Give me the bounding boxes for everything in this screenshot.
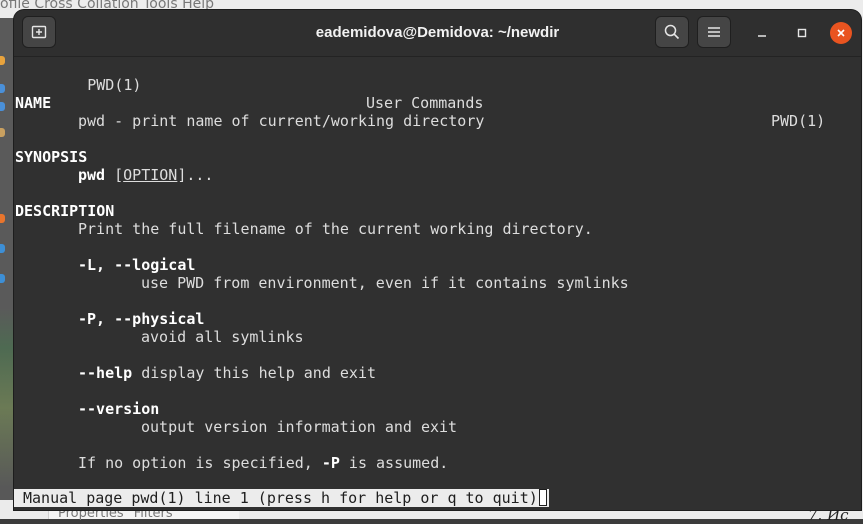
pager-status-line: Manual page pwd(1) line 1 (press h for h…: [14, 489, 549, 507]
dock: [0, 18, 14, 519]
option-logical-desc: use PWD from environment, even if it con…: [141, 274, 629, 292]
close-button[interactable]: [830, 22, 852, 44]
titlebar[interactable]: eademidova@Demidova: ~/newdir: [14, 10, 861, 57]
option-help-desc: display this help and exit: [132, 364, 377, 382]
man-page: PWD(1) User Commands PWD(1) NAME pwd - p…: [15, 57, 825, 489]
minimize-icon: [758, 35, 766, 37]
window-title: eademidova@Demidova: ~/newdir: [315, 24, 560, 41]
man-header-right: PWD(1): [771, 112, 826, 130]
synopsis-bracket-open: [: [114, 166, 124, 184]
dock-app-icon[interactable]: [0, 102, 5, 111]
dock-app-icon[interactable]: [0, 274, 5, 283]
pager-status-text: Manual page pwd(1) line 1 (press h for h…: [23, 489, 538, 507]
synopsis-line: pwd [OPTION]...: [78, 166, 213, 184]
dock-app-icon[interactable]: [0, 244, 5, 253]
hamburger-menu-icon: [708, 27, 720, 37]
name-text: pwd - print name of current/working dire…: [78, 112, 485, 130]
text-cursor: [538, 489, 547, 506]
dock-app-icon[interactable]: [0, 214, 5, 223]
minimize-button[interactable]: [751, 22, 773, 44]
dock-app-icon[interactable]: [0, 84, 5, 93]
man-header-left: PWD(1): [87, 76, 142, 94]
description-text: Print the full filename of the current w…: [78, 220, 593, 238]
menu-button[interactable]: [697, 16, 731, 48]
description-heading: DESCRIPTION: [15, 202, 115, 220]
default-note: If no option is specified, -P is assumed…: [78, 454, 448, 472]
option-help: --help: [78, 364, 133, 382]
default-prefix: If no option is specified,: [78, 454, 322, 472]
terminal-window[interactable]: eademidova@Demidova: ~/newdir PWD(1) Use…: [14, 10, 861, 510]
dock-app-icon[interactable]: [0, 56, 5, 65]
search-icon: [664, 24, 680, 40]
option-logical: -L, --logical: [78, 256, 196, 274]
default-suffix: is assumed.: [339, 454, 449, 472]
man-header: PWD(1) User Commands PWD(1): [15, 58, 825, 148]
new-tab-button[interactable]: [22, 16, 56, 48]
dock-app-icon[interactable]: [0, 128, 5, 137]
synopsis-bracket-close: ]...: [177, 166, 214, 184]
option-version-desc: output version information and exit: [141, 418, 458, 436]
new-tab-icon: [31, 25, 47, 39]
name-heading: NAME: [15, 94, 52, 112]
synopsis-command: pwd: [78, 166, 106, 184]
man-header-center: User Commands: [366, 94, 484, 112]
maximize-button[interactable]: [791, 22, 813, 44]
close-icon: [837, 29, 845, 37]
synopsis-option: OPTION: [123, 166, 178, 184]
maximize-icon: [797, 28, 807, 38]
option-physical-desc: avoid all symlinks: [141, 328, 304, 346]
option-help-line: --help display this help and exit: [78, 364, 376, 382]
option-version: --version: [78, 400, 160, 418]
option-physical: -P, --physical: [78, 310, 205, 328]
synopsis-heading: SYNOPSIS: [15, 148, 88, 166]
search-button[interactable]: [655, 16, 689, 48]
default-flag: -P: [321, 454, 340, 472]
terminal-output[interactable]: PWD(1) User Commands PWD(1) NAME pwd - p…: [14, 57, 861, 510]
